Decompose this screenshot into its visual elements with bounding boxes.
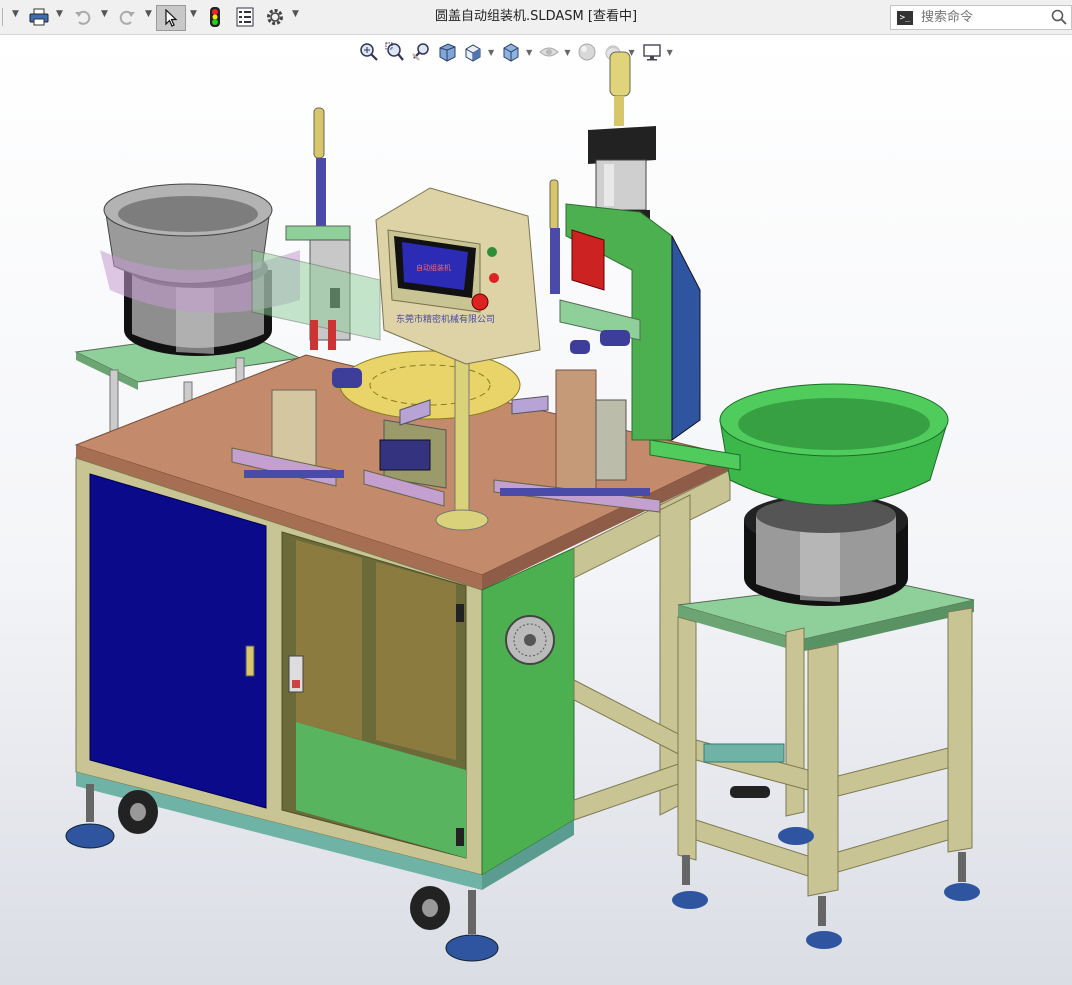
file-properties-icon [236, 7, 254, 27]
file-properties-button[interactable] [234, 5, 256, 29]
search-icon[interactable] [1051, 9, 1067, 25]
hmi-screen-text: 自动组装机 [416, 263, 451, 272]
print-icon [29, 8, 49, 26]
hmi-control-box: 自动组装机 东莞市精密机械有限公司 [375, 187, 541, 365]
select-arrow-icon [165, 9, 178, 27]
chevron-down-icon[interactable]: ▼ [292, 9, 299, 19]
chevron-down-icon[interactable]: ▼ [101, 9, 108, 19]
graphics-viewport[interactable]: ▼ ▼ ▼ ▼ ▼ 自动组装机 东莞市精密机械有限公司 [0, 35, 1072, 985]
search-commands[interactable]: >_ [890, 5, 1072, 30]
select-button[interactable] [156, 5, 186, 31]
command-prompt-icon: >_ [897, 10, 913, 25]
chevron-down-icon[interactable]: ▼ [56, 9, 63, 19]
chevron-down-icon[interactable]: ▼ [145, 9, 152, 19]
redo-button[interactable] [116, 5, 138, 29]
undo-button[interactable] [72, 5, 94, 29]
print-button[interactable] [27, 5, 51, 29]
undo-icon [75, 10, 91, 25]
redo-icon [119, 10, 135, 25]
chevron-down-icon[interactable]: ▼ [12, 9, 19, 19]
options-gear-icon [267, 9, 283, 25]
toolbar-separator [2, 8, 3, 26]
options-button[interactable] [264, 5, 286, 29]
assembly-model[interactable]: 自动组装机 东莞市精密机械有限公司 [0, 35, 1072, 985]
search-input[interactable] [919, 9, 1053, 26]
command-toolbar: ▼ ▼ ▼ ▼ ▼ ▼ 圆盖自动组装机.SLDASM [查看中] >_ [0, 0, 1072, 35]
chevron-down-icon[interactable]: ▼ [190, 9, 197, 19]
right-feeder-stand [672, 579, 980, 949]
traffic-light-icon [210, 7, 220, 27]
rebuild-button[interactable] [205, 5, 225, 29]
company-label: 东莞市精密机械有限公司 [396, 313, 495, 325]
